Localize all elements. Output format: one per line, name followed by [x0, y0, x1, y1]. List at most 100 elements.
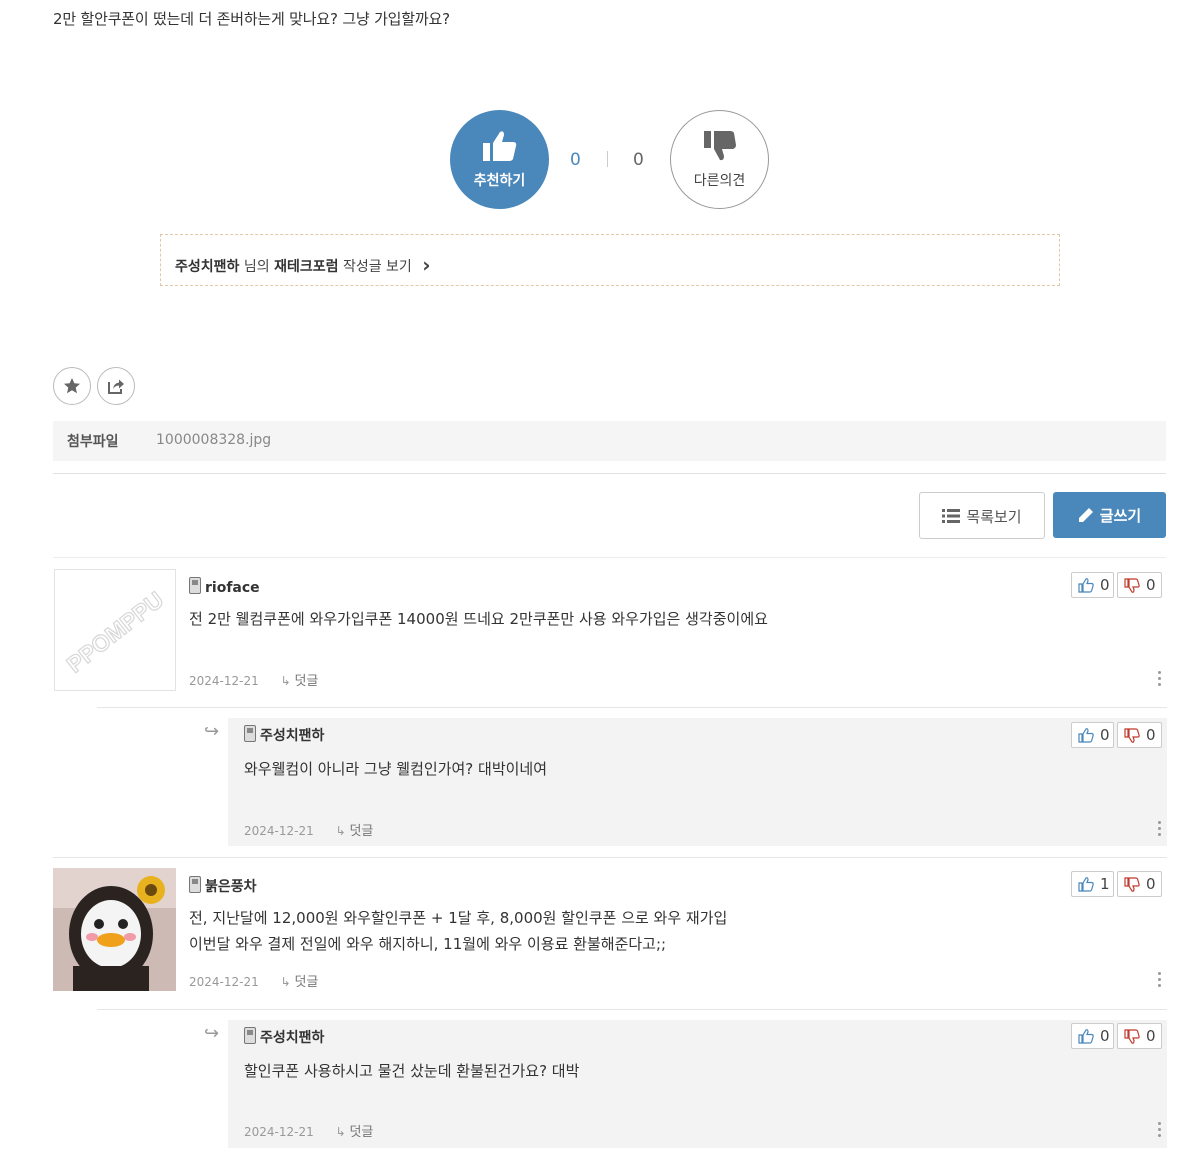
nested-reply-arrow-icon: ↪: [204, 721, 220, 742]
reply-link[interactable]: ↳ 덧글: [280, 975, 319, 990]
recommend-label: 추천하기: [473, 173, 526, 189]
reply-link[interactable]: ↳ 덧글: [335, 1125, 374, 1140]
mobile-icon: [244, 1027, 256, 1044]
nested-reply-arrow-icon: ↪: [204, 1023, 220, 1044]
mobile-icon: [189, 577, 201, 594]
reply-label: 덧글: [294, 975, 319, 990]
comment-dislike-button[interactable]: 0: [1117, 1023, 1162, 1049]
author-posts-link[interactable]: 주성치팬하 님의 재테크포럼 작성글 보기 ›: [160, 234, 1060, 286]
thumbs-down-icon: [1124, 877, 1140, 892]
divider: [53, 557, 1166, 558]
ppomppu-placeholder-image: PPOMPPU: [55, 570, 175, 690]
avatar: [53, 868, 176, 991]
reply-label: 덧글: [349, 824, 374, 839]
forum-name: 재테크포럼: [274, 259, 339, 275]
comment-meta: 2024-12-21 ↳ 덧글: [244, 820, 373, 839]
attachment-file-link[interactable]: 1000008328.jpg: [156, 432, 271, 448]
comment-dislike-button[interactable]: 0: [1117, 871, 1162, 897]
comment-text: 와우웰컴이 아니라 그냥 웰컴인가여? 대박이네여: [244, 760, 548, 778]
comment-author-name: 주성치팬하: [260, 728, 325, 744]
post-body-text: 2만 할안쿠폰이 떴는데 더 존버하는게 맞나요? 그냥 가입할까요?: [53, 10, 450, 28]
comment-author: 붉은풍차: [189, 876, 257, 896]
reply-arrow-icon: ↳: [335, 1125, 346, 1139]
like-count: 1: [1100, 875, 1110, 893]
view-posts-label: 작성글 보기: [342, 259, 412, 275]
divider: [53, 857, 1167, 858]
dislike-count: 0: [1146, 1027, 1156, 1045]
attachment-bar: 첨부파일 1000008328.jpg: [53, 421, 1166, 461]
comment-text: 이번달 와우 결제 전일에 와우 해지하니, 11월에 와우 이용료 환불해준다…: [189, 935, 667, 953]
reply-link[interactable]: ↳ 덧글: [335, 824, 374, 839]
comment-meta: 2024-12-21 ↳ 덧글: [244, 1121, 373, 1140]
mobile-icon: [189, 876, 201, 893]
thumbs-up-icon: [483, 131, 517, 161]
comment-text: 전 2만 웰컴쿠폰에 와우가입쿠폰 14000원 뜨네요 2만쿠폰만 사용 와우…: [189, 610, 768, 628]
comment-date: 2024-12-21: [244, 1125, 314, 1139]
pencil-icon: [1078, 508, 1093, 522]
dislike-count: 0: [1146, 576, 1156, 594]
share-button[interactable]: [97, 367, 135, 405]
comment-date: 2024-12-21: [244, 824, 314, 838]
comment-author-name: rioface: [205, 580, 260, 596]
like-count: 0: [1100, 576, 1110, 594]
thumbs-up-icon: [1078, 1029, 1094, 1044]
like-count: 0: [1100, 1027, 1110, 1045]
recommend-count: 0: [570, 150, 581, 170]
dislike-count: 0: [1146, 875, 1156, 893]
comment-text: 할인쿠폰 사용하시고 물건 샀눈데 환불된건가요? 대박: [244, 1062, 580, 1080]
reply-arrow-icon: ↳: [335, 824, 346, 838]
author-suffix: 님의: [243, 259, 270, 275]
reply-arrow-icon: ↳: [280, 674, 291, 688]
reply-label: 덧글: [349, 1125, 374, 1140]
write-button[interactable]: 글쓰기: [1053, 492, 1166, 538]
penguin-avatar-image: [53, 868, 176, 991]
comment-date: 2024-12-21: [189, 674, 259, 688]
avatar: PPOMPPU: [54, 569, 176, 691]
reply-link[interactable]: ↳ 덧글: [280, 674, 319, 689]
more-options-icon[interactable]: [1158, 671, 1162, 689]
list-icon: [942, 509, 961, 523]
comment-author: 주성치팬하: [244, 725, 324, 745]
mobile-icon: [244, 725, 256, 742]
comment-like-button[interactable]: 0: [1071, 1023, 1114, 1049]
favorite-button[interactable]: [53, 367, 91, 405]
more-options-icon[interactable]: [1158, 972, 1162, 990]
more-options-icon[interactable]: [1158, 1122, 1162, 1140]
comment-author-name: 주성치팬하: [260, 1030, 325, 1046]
comment-like-button[interactable]: 1: [1071, 871, 1114, 897]
write-label: 글쓰기: [1099, 507, 1142, 525]
list-view-button[interactable]: 목록보기: [919, 492, 1045, 539]
attachment-label: 첨부파일: [67, 434, 119, 450]
dissent-button[interactable]: 다른의견: [670, 110, 769, 209]
list-view-label: 목록보기: [966, 508, 1022, 526]
comment-dislike-button[interactable]: 0: [1117, 572, 1162, 598]
more-options-icon[interactable]: [1158, 821, 1162, 839]
comment-author-name: 붉은풍차: [205, 879, 257, 895]
like-count: 0: [1100, 726, 1110, 744]
thumbs-down-icon: [1124, 1029, 1140, 1044]
reply-label: 덧글: [294, 674, 319, 689]
comment-author: rioface: [189, 577, 260, 596]
chevron-right-icon: ›: [422, 253, 431, 277]
comment-meta: 2024-12-21 ↳ 덧글: [189, 670, 318, 689]
share-icon: [108, 379, 124, 394]
divider: [97, 1009, 1167, 1010]
comment-meta: 2024-12-21 ↳ 덧글: [189, 971, 318, 990]
comment-author: 주성치팬하: [244, 1027, 324, 1047]
comment-like-button[interactable]: 0: [1071, 572, 1114, 598]
thumbs-down-icon: [1124, 578, 1140, 593]
author-name: 주성치팬하: [175, 259, 240, 275]
comment-like-button[interactable]: 0: [1071, 722, 1114, 748]
reply-arrow-icon: ↳: [280, 975, 291, 989]
dislike-count: 0: [1146, 726, 1156, 744]
comment-dislike-button[interactable]: 0: [1117, 722, 1162, 748]
dissent-count: 0: [633, 150, 644, 170]
dissent-label: 다른의견: [693, 173, 746, 189]
recommend-button[interactable]: 추천하기: [450, 110, 549, 209]
comment-text: 전, 지난달에 12,000원 와우할인쿠폰 + 1달 후, 8,000원 할인…: [189, 909, 728, 927]
thumbs-down-icon: [704, 131, 736, 161]
thumbs-up-icon: [1078, 578, 1094, 593]
star-icon: [64, 378, 80, 394]
thumbs-down-icon: [1124, 728, 1140, 743]
divider: [53, 473, 1166, 474]
